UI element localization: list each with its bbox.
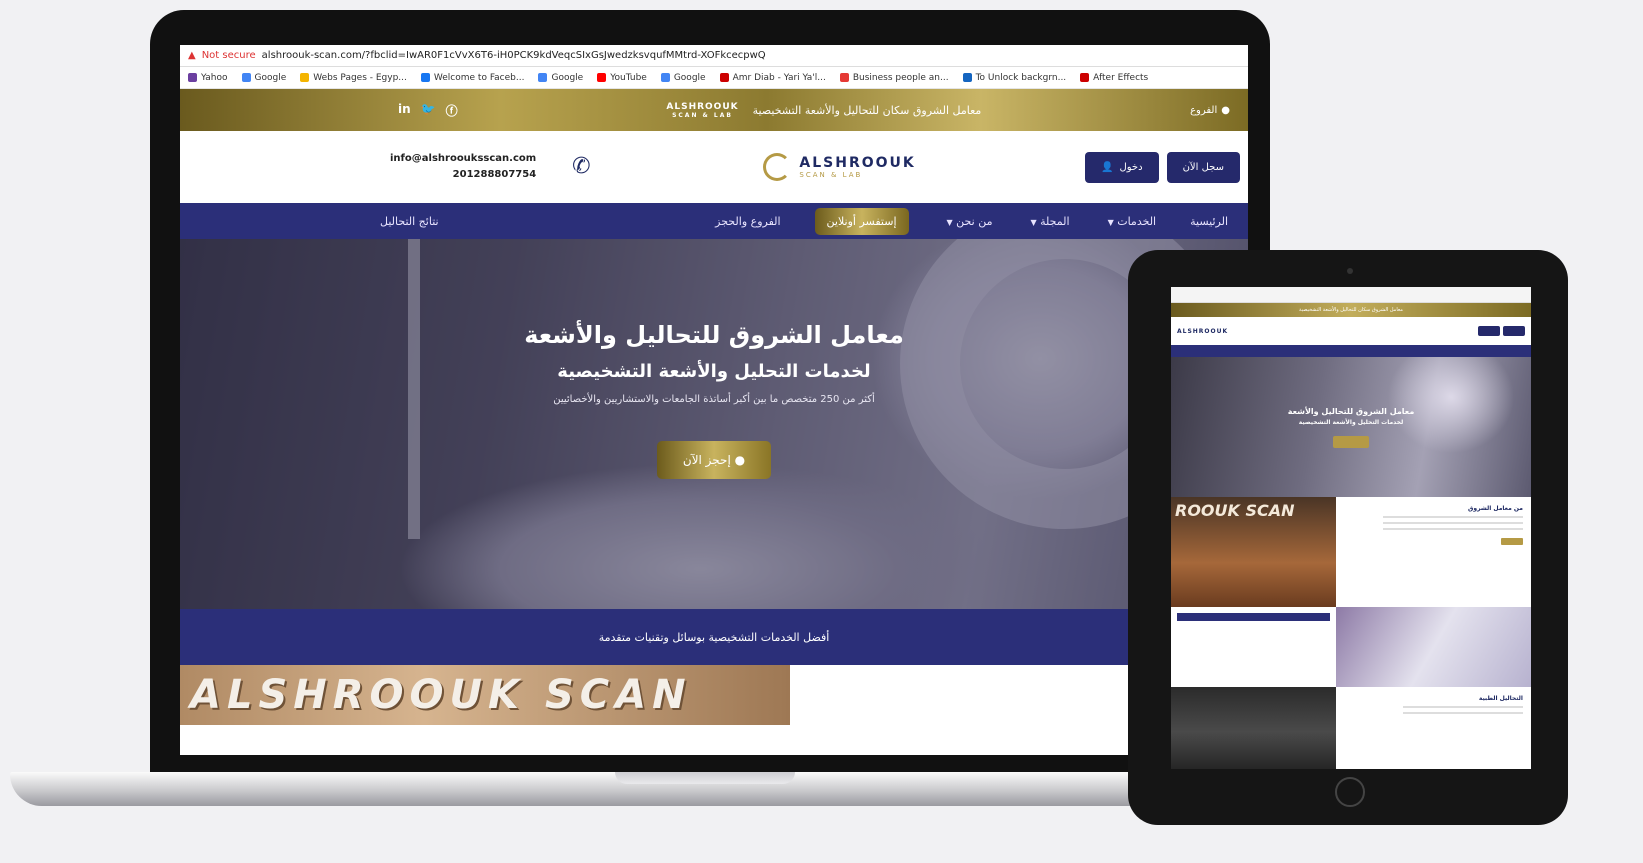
email-text[interactable]: info@alshroouksscan.com [390,151,536,167]
bookmark-favicon-icon [660,73,670,82]
tablet-header-buttons [1478,326,1525,336]
user-icon: 👤 [1101,161,1114,173]
nav-inquiry-button[interactable]: إستفسر أونلاين [814,207,909,235]
laptop-notch [615,772,795,784]
bookmark-item[interactable]: After Effects [1080,73,1148,83]
tablet-book-button[interactable] [1333,435,1369,448]
nav-magazine[interactable]: ▼ المجلة [1026,215,1069,228]
tablet-more-button[interactable] [1501,538,1523,545]
bookmark-item[interactable]: Webs Pages - Egyp... [300,73,407,83]
chevron-down-icon: ▼ [946,217,953,227]
topbar-tagline: معامل الشروق سكان للتحاليل والأشعة التشخ… [752,103,982,117]
site-header: info@alshroouksscan.com 201288807754 ✆ A… [180,131,1248,203]
bookmark-item[interactable]: Amr Diab - Yari Ya'l... [719,73,826,83]
tablet-screen: معامل الشروق سكان للتحاليل والأشعة التشخ… [1171,287,1531,769]
tablet-header: ALSHROOUK [1171,317,1531,345]
bookmark-item[interactable]: Google [660,73,706,83]
bookmark-favicon-icon [962,73,972,82]
twitter-icon[interactable]: 🐦 [421,102,436,119]
services-strip: أفضل الخدمات التشخيصية بوسائل وتقنيات مت… [180,609,1248,665]
tablet-browser-chrome [1171,287,1531,303]
tablet-lab-card: التحاليل الطبية [1336,687,1531,769]
hero-description: أكثر من 250 متخصص ما بين أكبر أساتذة الج… [553,394,875,405]
bookmark-favicon-icon [241,73,251,82]
bookmark-item[interactable]: YouTube [597,73,647,83]
tablet-mri-image [1336,607,1531,687]
bookmark-favicon-icon [597,73,607,82]
top-gold-bar: in 🐦 ⓕ ALSHROOUK SCAN & LAB معامل الشروق… [180,89,1248,131]
contact-info: info@alshroouksscan.com 201288807754 ✆ [390,151,594,183]
topbar-center: ALSHROOUK SCAN & LAB معامل الشروق سكان ل… [666,102,981,119]
nav-results[interactable]: نتائج التحاليل [380,215,439,228]
tablet-nav [1171,345,1531,357]
phone-icon[interactable]: ✆ [572,156,594,178]
tablet-register-button[interactable] [1503,326,1525,336]
header-buttons: 👤 دخول سجل الآن [1085,151,1240,183]
bookmark-favicon-icon [1080,73,1090,82]
tablet-gold-bar: معامل الشروق سكان للتحاليل والأشعة التشخ… [1171,303,1531,317]
tablet-content-grid: ROOUK SCAN من معامل الشروق التحاليل الطب… [1171,497,1531,769]
scan-photo-row: ALSHROOUK SCAN [180,665,1248,725]
branches-link[interactable]: الفروع ● [1190,105,1230,116]
bookmark-favicon-icon [188,73,197,82]
tablet-tabs-panel [1171,607,1336,687]
url-text[interactable]: alshroouk-scan.com/?fbclid=IwAR0F1cVvX6T… [262,50,766,61]
tablet-login-button[interactable] [1478,326,1500,336]
nav-services[interactable]: ▼ الخدمات [1104,215,1157,228]
tablet-scan-image: ROOUK SCAN [1171,497,1336,607]
nav-about[interactable]: ▼ من نحن [943,215,993,228]
site-logo[interactable]: ALSHROOUK SCAN & LAB [763,153,915,181]
book-now-button[interactable]: إحجز الآن ● [656,441,772,479]
bookmark-favicon-icon [538,73,548,82]
phone-text[interactable]: 201288807754 [390,167,537,183]
facebook-icon[interactable]: ⓕ [446,102,458,119]
chevron-down-icon: ▼ [1030,217,1037,227]
bookmark-item[interactable]: Google [241,73,286,83]
bookmark-favicon-icon [839,73,849,82]
tablet-hero-title: معامل الشروق للتحاليل والأشعة [1287,406,1415,416]
nav-branches[interactable]: الفروع والحجز [715,215,780,228]
bookmark-item[interactable]: Yahoo [188,73,228,83]
hero-subtitle: لخدمات التحليل والأشعة التشخيصية [557,361,871,382]
tablet-hero: معامل الشروق للتحاليل والأشعة لخدمات الت… [1171,357,1531,497]
laptop-screen: ▲ Not secure alshroouk-scan.com/?fbclid=… [180,45,1248,755]
register-button[interactable]: سجل الآن [1166,151,1240,183]
hero-title: معامل الشروق للتحاليل والأشعة [524,321,904,349]
main-nav: نتائج التحاليل الفروع والحجز إستفسر أونل… [180,203,1248,239]
bookmark-item[interactable]: To Unlock backgrn... [962,73,1066,83]
security-label: Not secure [201,50,256,61]
warning-icon: ▲ [188,50,196,61]
tablet-corridor-image [1171,687,1336,769]
tablet-about-card: من معامل الشروق [1336,497,1531,607]
linkedin-icon[interactable]: in [398,102,411,119]
social-links: in 🐦 ⓕ [398,102,458,119]
topbar-logo[interactable]: ALSHROOUK SCAN & LAB [666,102,738,119]
play-icon: ● [734,453,746,467]
bookmark-item[interactable]: Welcome to Faceb... [420,73,524,83]
bookmark-favicon-icon [420,73,430,82]
bookmarks-bar: Yahoo Google Webs Pages - Egyp... Welcome t… [180,67,1248,89]
logo-mark-icon [763,153,792,181]
bookmark-item[interactable]: Google [538,73,583,83]
bookmark-favicon-icon [300,73,310,82]
bookmark-item[interactable]: Business people an... [839,73,949,83]
browser-address-bar[interactable]: ▲ Not secure alshroouk-scan.com/?fbclid=… [180,45,1248,67]
login-button[interactable]: 👤 دخول [1085,151,1159,183]
tablet-logo[interactable]: ALSHROOUK [1177,328,1228,335]
hero-section: معامل الشروق للتحاليل والأشعة لخدمات الت… [180,239,1248,609]
scan-sign-image: ALSHROOUK SCAN [180,665,790,725]
bookmark-favicon-icon [719,73,729,82]
tablet-camera [1347,268,1353,274]
hero-text: معامل الشروق للتحاليل والأشعة لخدمات الت… [180,321,1248,479]
location-pin-icon: ● [1221,104,1230,116]
nav-home[interactable]: الرئيسية [1190,215,1228,228]
chevron-down-icon: ▼ [1107,217,1114,227]
tablet-hero-subtitle: لخدمات التحليل والأشعة التشخيصية [1298,418,1404,426]
tablet-home-button[interactable] [1335,777,1365,807]
